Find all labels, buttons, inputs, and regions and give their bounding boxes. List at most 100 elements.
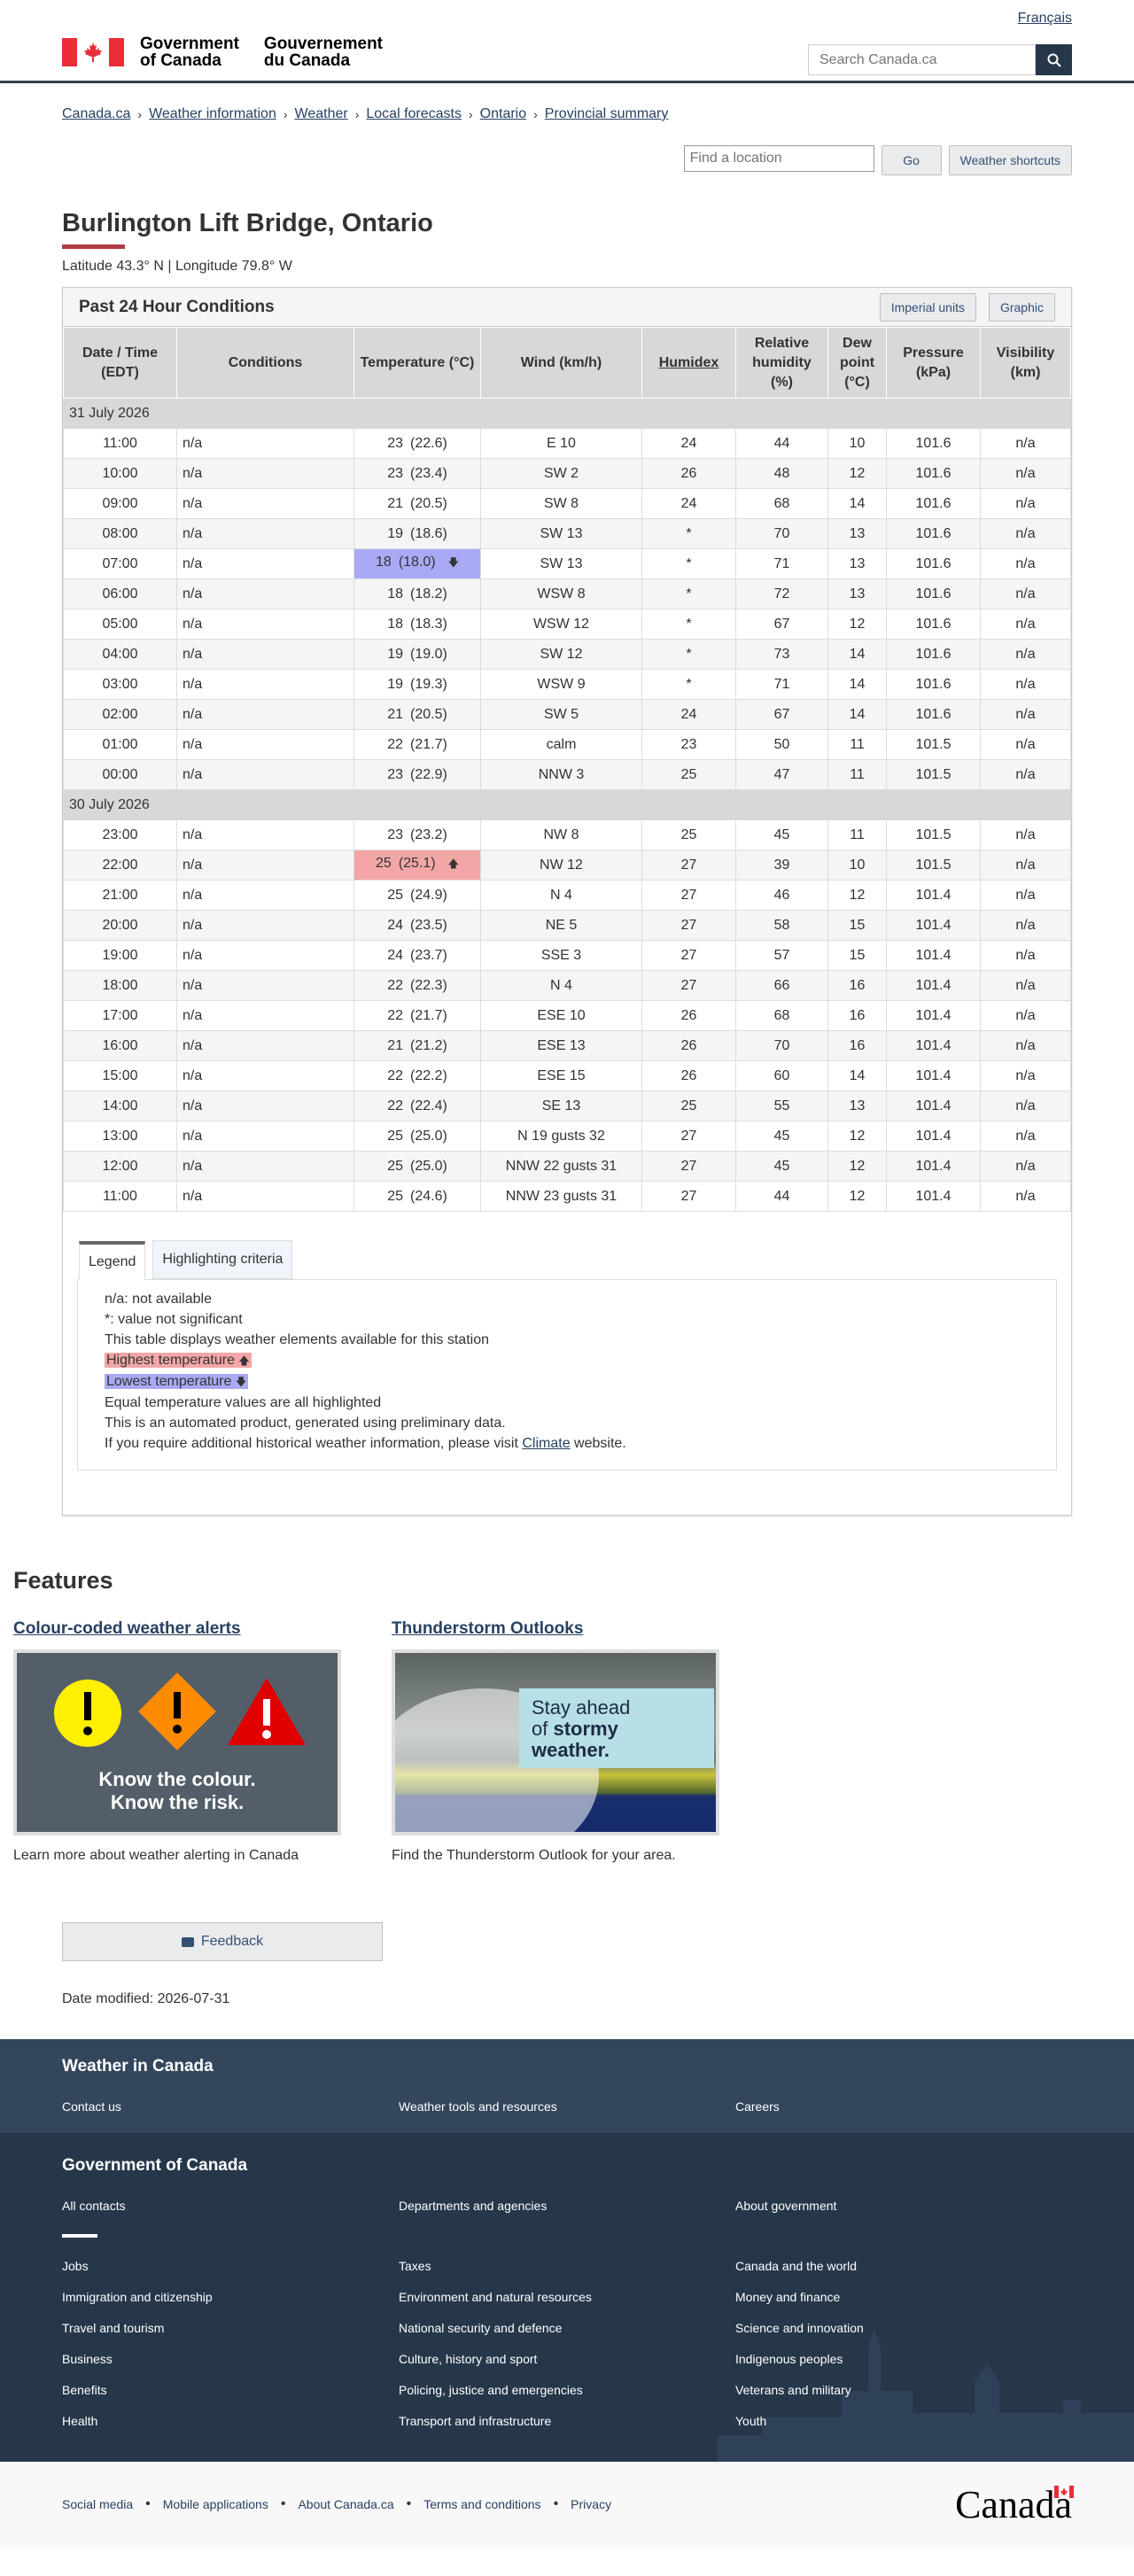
thunderstorm-image[interactable]: Stay ahead of stormy weather. [392, 1649, 719, 1835]
climate-link[interactable]: Climate [522, 1436, 570, 1451]
date-group-row: 30 July 2026 [63, 789, 1071, 820]
conditions-cell: n/a [176, 970, 354, 1001]
footer-link[interactable]: All contacts [62, 2199, 399, 2213]
footer-link[interactable]: Travel and tourism [62, 2321, 399, 2335]
humidex-cell: 24 [641, 699, 736, 730]
footer-link[interactable]: Benefits [62, 2383, 399, 2397]
footer-link[interactable]: Careers [735, 2099, 1072, 2114]
wind-cell: N 4 [480, 970, 642, 1001]
footer-link[interactable]: Money and finance [735, 2290, 1072, 2304]
footer-link[interactable]: National security and defence [399, 2321, 735, 2335]
alerts-description: Learn more about weather alerting in Can… [13, 1848, 299, 1863]
arrow-down-icon: 🡇 [447, 556, 459, 569]
dewpoint-cell: 16 [827, 1000, 887, 1031]
language-toggle-link[interactable]: Français [1018, 11, 1072, 27]
footer-link[interactable]: Policing, justice and emergencies [399, 2383, 735, 2397]
humidex-cell: 27 [641, 910, 736, 941]
bottom-footer-link[interactable]: Mobile applications [163, 2497, 268, 2511]
time-cell: 03:00 [63, 669, 177, 700]
footer-link[interactable]: Veterans and military [735, 2383, 1072, 2397]
humidex-cell: 27 [641, 970, 736, 1001]
footer-link[interactable]: Health [62, 2414, 399, 2428]
dewpoint-cell: 12 [827, 880, 887, 911]
weather-shortcuts-button[interactable]: Weather shortcuts [948, 145, 1072, 175]
footer-link[interactable]: Taxes [399, 2259, 735, 2273]
conditions-cell: n/a [176, 1000, 354, 1031]
footer-link[interactable]: Weather tools and resources [399, 2099, 735, 2114]
visibility-cell: n/a [980, 699, 1071, 730]
thunderstorm-link[interactable]: Thunderstorm Outlooks [392, 1619, 583, 1638]
humidex-cell: * [641, 578, 736, 609]
separator-dot: • [406, 2496, 412, 2511]
table-row: 01:00 n/a 22 (21.7) calm 23 50 11 101.5 n/a [63, 729, 1071, 760]
tab-highlighting-criteria[interactable]: Highlighting criteria [152, 1240, 293, 1279]
alerts-link[interactable]: Colour-coded weather alerts [13, 1619, 241, 1638]
footer-link[interactable]: Indigenous peoples [735, 2352, 1072, 2366]
bottom-footer-link[interactable]: About Canada.ca [298, 2497, 393, 2511]
footer-link[interactable]: Canada and the world [735, 2259, 1072, 2273]
feedback-button[interactable]: Feedback [62, 1922, 383, 1961]
footer-link[interactable]: Environment and natural resources [399, 2290, 735, 2304]
visibility-cell: n/a [980, 488, 1071, 519]
visibility-cell: n/a [980, 880, 1071, 911]
weather-alerts-image[interactable]: Know the colour. Know the risk. [13, 1649, 341, 1835]
panel-title: Past 24 Hour Conditions [79, 297, 275, 316]
footer-link[interactable]: Contact us [62, 2099, 399, 2114]
dewpoint-cell: 10 [827, 428, 887, 459]
breadcrumb-link[interactable]: Canada.ca [62, 106, 130, 122]
dewpoint-cell: 14 [827, 639, 887, 670]
weather-footer-title: Weather in Canada [62, 2057, 214, 2076]
footer-link[interactable]: Culture, history and sport [399, 2352, 735, 2366]
go-button[interactable]: Go [881, 145, 942, 175]
graphic-button[interactable]: Graphic [988, 292, 1055, 322]
humidex-cell: 25 [641, 759, 736, 790]
humidity-cell: 55 [735, 1090, 828, 1121]
legend-highest: Highest temperature 🡅 [105, 1353, 252, 1368]
dewpoint-cell: 16 [827, 970, 887, 1001]
footer-link[interactable]: Departments and agencies [399, 2199, 735, 2213]
col-humidex[interactable]: Humidex [641, 327, 736, 399]
table-row: 18:00 n/a 22 (22.3) N 4 27 66 16 101.4 n/a [63, 970, 1071, 1001]
temperature-cell: 23 (22.6) [353, 428, 481, 459]
site-search [808, 44, 1072, 75]
site-search-button[interactable] [1036, 44, 1072, 75]
breadcrumb-link[interactable]: Provincial summary [545, 106, 669, 122]
footer-link[interactable]: About government [735, 2199, 1072, 2213]
comment-icon [181, 1936, 194, 1947]
imperial-units-button[interactable]: Imperial units [879, 292, 976, 322]
breadcrumb-link[interactable]: Ontario [480, 106, 526, 122]
breadcrumb-link[interactable]: Weather [295, 106, 348, 122]
wind-cell: E 10 [480, 428, 642, 459]
legend-automated: This is an automated product, generated … [105, 1416, 506, 1431]
pressure-cell: 101.6 [886, 578, 981, 609]
humidex-link[interactable]: Humidex [659, 355, 719, 370]
title-underline [62, 244, 125, 249]
footer-link[interactable]: Science and innovation [735, 2321, 1072, 2335]
humidity-cell: 72 [735, 578, 828, 609]
humidex-cell: 27 [641, 880, 736, 911]
humidex-cell: 25 [641, 819, 736, 850]
table-row: 14:00 n/a 22 (22.4) SE 13 25 55 13 101.4 n/a [63, 1090, 1071, 1121]
legend-equal: Equal temperature values are all highlig… [105, 1395, 382, 1410]
visibility-cell: n/a [980, 1000, 1071, 1031]
bottom-footer-link[interactable]: Privacy [571, 2497, 611, 2511]
breadcrumb-link[interactable]: Local forecasts [366, 106, 462, 122]
footer-link[interactable]: Transport and infrastructure [399, 2414, 735, 2428]
footer-link[interactable]: Jobs [62, 2259, 399, 2273]
footer-link[interactable]: Business [62, 2352, 399, 2366]
site-search-input[interactable] [808, 44, 1036, 75]
find-location-input[interactable] [683, 145, 874, 172]
gov-canada-logo[interactable]: Government of Canada Gouvernement du Canad… [62, 35, 383, 69]
tab-legend[interactable]: Legend [79, 1241, 146, 1280]
time-cell: 09:00 [63, 488, 177, 519]
footer-link[interactable]: Immigration and citizenship [62, 2290, 399, 2304]
pressure-cell: 101.4 [886, 1121, 981, 1152]
breadcrumb-link[interactable]: Weather information [149, 106, 276, 122]
conditions-cell: n/a [176, 669, 354, 700]
footer-link[interactable]: Youth [735, 2414, 1072, 2428]
humidity-cell: 44 [735, 1181, 828, 1212]
bottom-footer-link[interactable]: Social media [62, 2497, 133, 2511]
bottom-footer-link[interactable]: Terms and conditions [423, 2497, 540, 2511]
temperature-cell: 22 (22.3) [353, 970, 481, 1001]
pressure-cell: 101.4 [886, 970, 981, 1001]
